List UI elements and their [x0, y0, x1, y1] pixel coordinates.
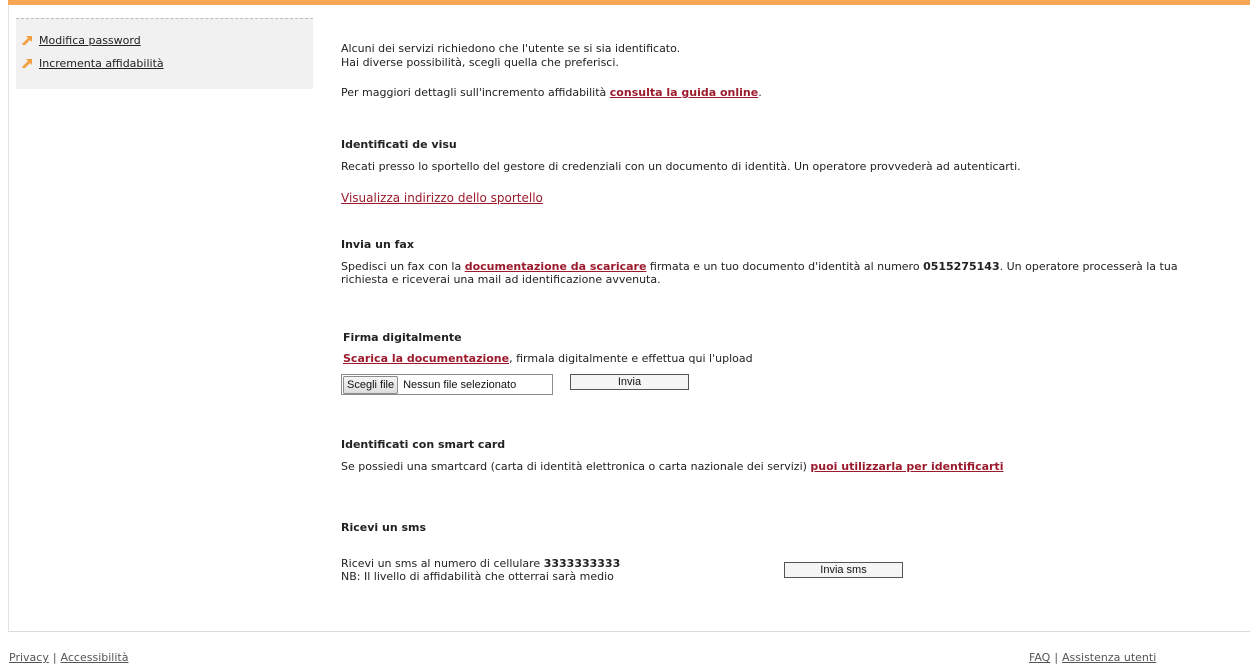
support-link[interactable]: Assistenza utenti [1062, 651, 1156, 664]
file-status-label: Nessun file selezionato [403, 378, 517, 391]
footer-left: Privacy | Accessibilità [9, 651, 128, 665]
guide-prefix: Per maggiori dettagli sull'incremento af… [341, 86, 610, 99]
fax-line-2: richiesta e riceverai una mail ad identi… [341, 273, 661, 286]
fax-line-1: Spedisci un fax con la documentazione da… [341, 260, 1178, 274]
firma-title: Firma digitalmente [343, 331, 462, 344]
sms-prefix: Ricevi un sms al numero di cellulare [341, 557, 544, 570]
guide-line: Per maggiori dettagli sull'incremento af… [341, 86, 762, 100]
sms-line: Ricevi un sms al numero di cellulare 333… [341, 557, 620, 571]
file-input[interactable]: Scegli file Nessun file selezionato [341, 374, 553, 395]
faq-link[interactable]: FAQ [1029, 651, 1050, 664]
smartcard-title: Identificati con smart card [341, 438, 506, 451]
visualizza-sportello-link[interactable]: Visualizza indirizzo dello sportello [341, 191, 543, 205]
fax-middle: firmata e un tuo documento d'identità al… [646, 260, 924, 273]
fax-number: 0515275143 [923, 260, 1000, 273]
smartcard-line: Se possiedi una smartcard (carta di iden… [341, 460, 1003, 474]
fax-prefix: Spedisci un fax con la [341, 260, 465, 273]
documentazione-link[interactable]: documentazione da scaricare [465, 260, 647, 273]
sidebar: Modifica password Incrementa affidabilit… [16, 18, 313, 89]
intro-line-1: Alcuni dei servizi richiedono che l'uten… [341, 42, 681, 55]
visu-text: Recati presso lo sportello del gestore d… [341, 160, 1021, 173]
intro-line-2: Hai diverse possibilità, scegli quella c… [341, 56, 619, 69]
invia-button[interactable]: Invia [570, 374, 689, 390]
choose-file-button[interactable]: Scegli file [343, 375, 399, 394]
arrow-bullet-icon [22, 59, 32, 68]
footer-separator: | [52, 651, 57, 664]
arrow-bullet-icon [22, 36, 32, 45]
smartcard-prefix: Se possiedi una smartcard (carta di iden… [341, 460, 811, 473]
firma-line: Scarica la documentazione, firmala digit… [343, 352, 753, 366]
scarica-documentazione-link[interactable]: Scarica la documentazione [343, 352, 509, 365]
fax-title: Invia un fax [341, 238, 414, 251]
invia-sms-button[interactable]: Invia sms [784, 562, 903, 578]
visu-title: Identificati de visu [341, 138, 457, 151]
sms-number: 3333333333 [543, 557, 621, 570]
accessibility-link[interactable]: Accessibilità [61, 651, 129, 664]
sms-note: NB: Il livello di affidabilità che otter… [341, 570, 614, 583]
firma-suffix: , firmala digitalmente e effettua qui l'… [509, 352, 753, 365]
visu-link-row: Visualizza indirizzo dello sportello [341, 191, 543, 206]
footer-separator: | [1054, 651, 1059, 664]
guide-suffix: . [758, 86, 762, 99]
privacy-link[interactable]: Privacy [9, 651, 49, 664]
footer-right: FAQ | Assistenza utenti [1029, 651, 1156, 665]
smartcard-link[interactable]: puoi utilizzarla per identificarti [810, 460, 1003, 473]
sidebar-item-modifica-password[interactable]: Modifica password [21, 32, 141, 48]
sidebar-item-incrementa-affidabilita[interactable]: Incrementa affidabilità [21, 55, 164, 71]
sidebar-link-modifica-password[interactable]: Modifica password [39, 34, 141, 47]
sms-title: Ricevi un sms [341, 521, 427, 534]
sidebar-link-incrementa-affidabilita[interactable]: Incrementa affidabilità [39, 57, 164, 70]
guide-link[interactable]: consulta la guida online [610, 86, 758, 99]
fax-suffix: . Un operatore processerà la tua [999, 260, 1178, 273]
